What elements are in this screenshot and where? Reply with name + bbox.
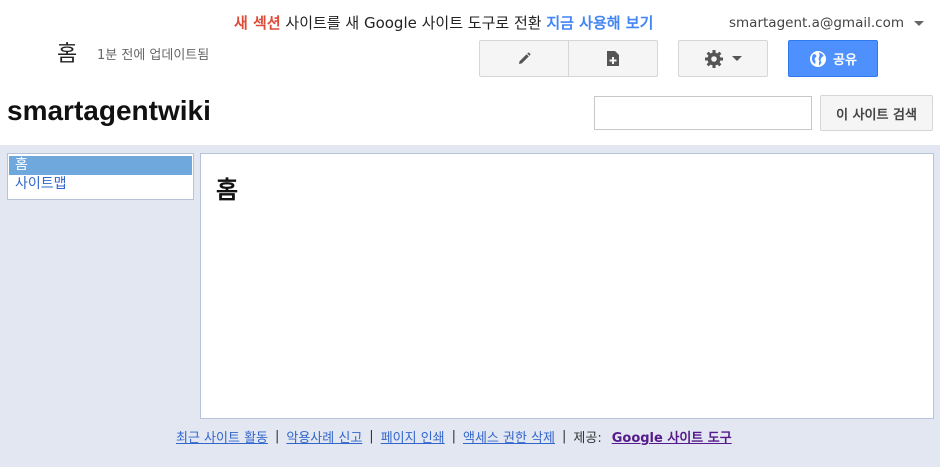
new-sites-banner: 새 섹션 사이트를 새 Google 사이트 도구로 전환 지금 사용해 보기: [234, 12, 653, 33]
footer-divider: |: [562, 429, 567, 444]
sidebar-item-home[interactable]: 홈: [9, 156, 192, 175]
page-content: 홈: [200, 153, 934, 419]
search-input[interactable]: [594, 96, 812, 130]
gear-icon: [705, 49, 723, 68]
footer-divider: |: [369, 429, 374, 444]
page-title: 홈: [57, 42, 78, 67]
sidebar-item-sitemap[interactable]: 사이트맵: [9, 175, 192, 194]
banner-message: 사이트를 새 Google 사이트 도구로 전환: [285, 14, 542, 32]
pencil-icon: [519, 51, 531, 64]
footer: 최근 사이트 활동 | 악용사례 신고 | 페이지 인쇄 | 액세스 권한 삭제…: [176, 427, 732, 446]
recent-activity-link[interactable]: 최근 사이트 활동: [176, 427, 268, 446]
more-actions-button[interactable]: [678, 40, 768, 77]
report-abuse-link[interactable]: 악용사례 신고: [286, 427, 362, 446]
banner-new-label: 새 섹션: [234, 14, 281, 32]
google-sites-link[interactable]: Google 사이트 도구: [612, 427, 732, 446]
globe-icon: [810, 50, 827, 67]
site-title[interactable]: smartagentwiki: [7, 95, 211, 127]
new-page-icon: [607, 51, 619, 66]
try-now-link[interactable]: 지금 사용해 보기: [546, 14, 653, 32]
print-page-link[interactable]: 페이지 인쇄: [381, 427, 445, 446]
site-search-button[interactable]: 이 사이트 검색: [820, 95, 933, 131]
last-updated: 1분 전에 업데이트됨: [97, 48, 210, 63]
share-label: 공유: [833, 53, 857, 68]
footer-divider: |: [275, 429, 280, 444]
new-page-button[interactable]: [568, 40, 658, 77]
sidebar-navigation: 홈 사이트맵: [7, 153, 194, 200]
chevron-down-icon: [913, 20, 924, 26]
content-heading: 홈: [216, 176, 239, 204]
header: 새 섹션 사이트를 새 Google 사이트 도구로 전환 지금 사용해 보기 …: [0, 0, 940, 145]
edit-page-button[interactable]: [479, 40, 569, 77]
share-button[interactable]: 공유: [788, 40, 878, 77]
account-email: smartagent.a@gmail.com: [729, 15, 904, 31]
powered-by-label: 제공:: [573, 431, 602, 446]
chevron-down-icon: [732, 56, 742, 61]
remove-access-link[interactable]: 액세스 권한 삭제: [463, 427, 555, 446]
footer-divider: |: [451, 429, 457, 444]
account-menu[interactable]: smartagent.a@gmail.com: [729, 15, 924, 31]
